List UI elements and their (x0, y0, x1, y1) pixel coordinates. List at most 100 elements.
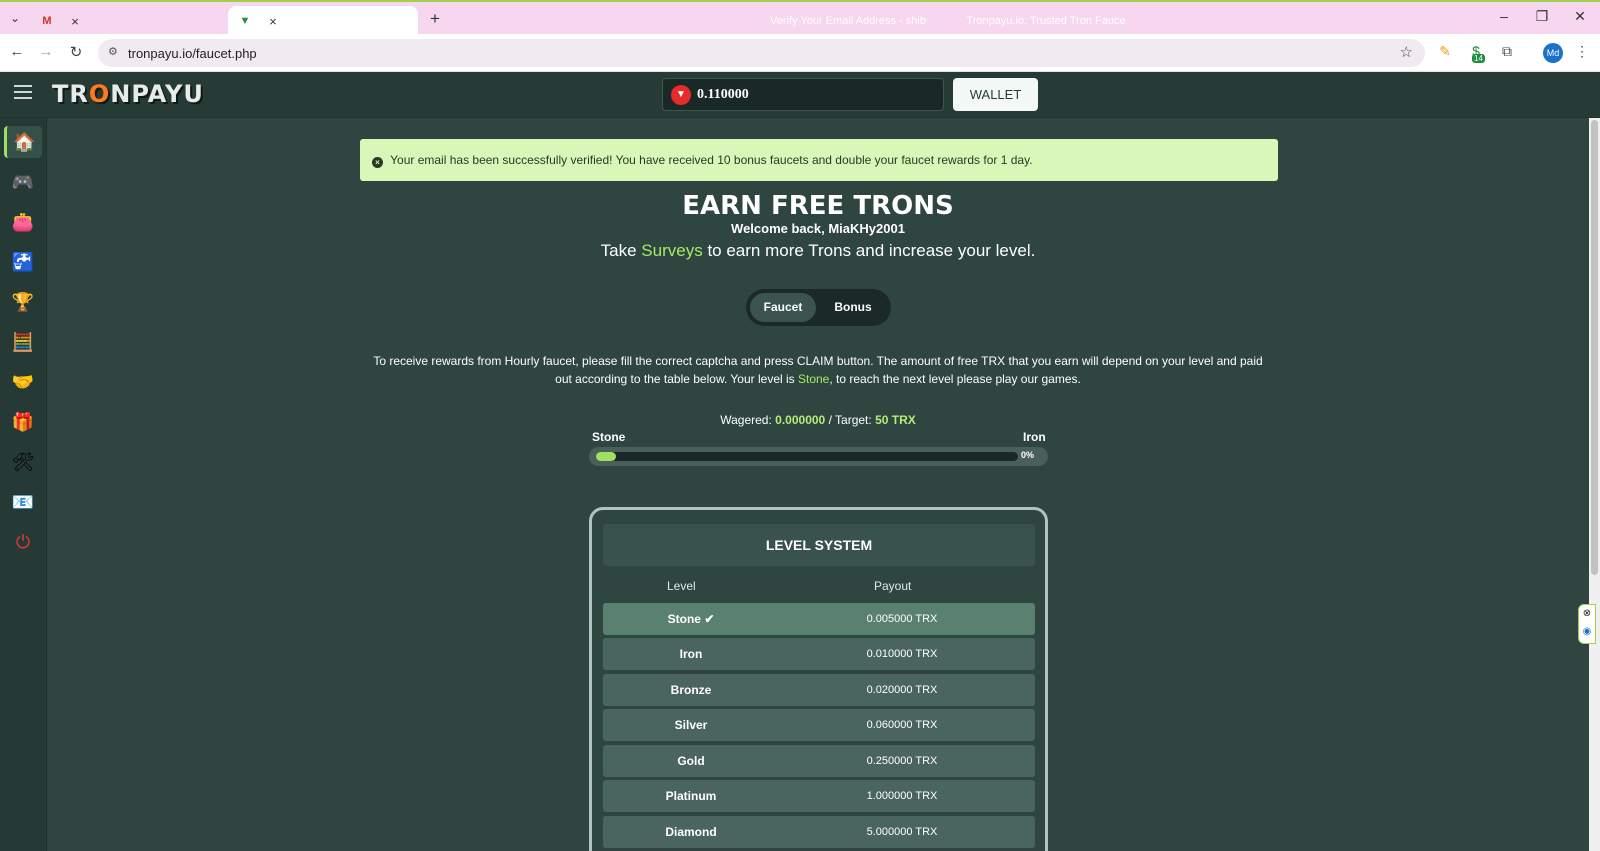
sidebar-item-calculator[interactable]: 🧮 (4, 326, 42, 358)
table-row: Silver 0.060000 TRX (603, 709, 1035, 741)
table-row: Platinum 1.000000 TRX (603, 780, 1035, 812)
faucet-description: To receive rewards from Hourly faucet, p… (370, 352, 1266, 388)
surveys-link[interactable]: Surveys (641, 241, 702, 260)
close-circle-icon[interactable]: × (372, 157, 383, 168)
bookmark-star-icon[interactable]: ☆ (1400, 43, 1413, 61)
tools-icon: 🛠 (11, 452, 35, 472)
wager-status: Wagered: 0.000000 / Target: 50 TRX (0, 413, 1600, 427)
target-label: / Target: (828, 413, 872, 427)
payout-cell: 0.010000 TRX (866, 648, 938, 660)
level-system-card: LEVEL SYSTEM Level Payout Stone ✔ 0.0050… (589, 507, 1048, 851)
level-cell: Diamond (665, 825, 717, 839)
table-row: Diamond 5.000000 TRX (603, 816, 1035, 848)
sidebar-item-home[interactable]: 🏠 (4, 126, 42, 158)
widget-icon[interactable]: ◉ (1579, 623, 1595, 641)
browser-tab-bar: ⌄ M Verify Your Email Address - shib × ▼… (0, 0, 1600, 36)
progress-percent: 0% (1021, 450, 1035, 460)
site-info-icon[interactable]: ⚙ (108, 45, 118, 58)
surveys-line: Take Surveys to earn more Trons and incr… (0, 241, 1600, 261)
gamepad-icon: 🎮 (11, 172, 35, 192)
description-text-end: , to reach the next level please play ou… (829, 372, 1081, 386)
level-cell: Iron (679, 647, 703, 661)
avatar[interactable]: Md (1543, 43, 1563, 63)
tab-faucet[interactable]: Faucet (750, 293, 816, 322)
back-icon[interactable]: ← (7, 43, 27, 60)
table-row: Bronze 0.020000 TRX (603, 674, 1035, 706)
tron-coin-icon: ▼ (671, 85, 691, 105)
level-system-title: LEVEL SYSTEM (603, 524, 1035, 566)
payout-cell: 1.000000 TRX (866, 790, 938, 802)
wagered-label: Wagered: (720, 413, 772, 427)
url-text: tronpayu.io/faucet.php (128, 46, 257, 61)
table-row: Stone ✔ 0.005000 TRX (603, 603, 1035, 635)
success-alert: × Your email has been successfully verif… (360, 139, 1278, 181)
level-name: Stone (667, 612, 701, 626)
sidebar-item-logout[interactable]: ⏻ (4, 526, 42, 558)
page-title: EARN FREE TRONS (682, 191, 954, 221)
level-progress-bar: 0% (589, 447, 1048, 466)
sidebar-item-affiliate[interactable]: 🤝 (4, 366, 42, 398)
surveys-prefix: Take (600, 241, 637, 260)
site-header: TRONPAYU ▼ 0.110000 WALLET (0, 72, 1600, 118)
payout-cell: 0.250000 TRX (866, 755, 938, 767)
level-cell: Silver (674, 718, 708, 732)
extension-icon[interactable]: ✎ (1435, 43, 1455, 60)
level-cell: Gold (677, 754, 705, 768)
restore-button[interactable]: ❐ (1532, 8, 1552, 25)
welcome-text: Welcome back, MiaKHy2001 (731, 221, 905, 236)
progress-track (596, 452, 1018, 461)
level-cell: Stone ✔ (603, 612, 779, 626)
wagered-value: 0.000000 (775, 413, 826, 427)
level-cell: Platinum (665, 789, 717, 803)
payout-cell: 0.020000 TRX (866, 684, 938, 696)
forward-icon[interactable]: → (36, 43, 56, 60)
current-level-link[interactable]: Stone (798, 372, 829, 386)
tab-search-icon[interactable]: ⌄ (6, 9, 24, 27)
table-row: Iron 0.010000 TRX (603, 638, 1035, 670)
payout-cell: 0.060000 TRX (866, 719, 938, 731)
home-icon: 🏠 (13, 132, 36, 152)
extension-badge: 14 (1472, 54, 1485, 63)
extensions-puzzle-icon[interactable]: ⧉ (1497, 43, 1517, 60)
payout-cell: 0.005000 TRX (866, 613, 938, 625)
calculator-icon: 🧮 (11, 332, 35, 352)
target-value: 50 TRX (875, 413, 916, 427)
close-icon[interactable]: ⊗ (1579, 605, 1595, 623)
trophy-icon: 🏆 (11, 292, 35, 312)
sidebar-item-mail[interactable]: 📧 (4, 486, 42, 518)
faucet-bonus-toggle: Faucet Bonus (746, 289, 891, 326)
power-icon: ⏻ (15, 532, 31, 552)
balance-display: ▼ 0.110000 (662, 78, 944, 111)
balance-value: 0.110000 (697, 87, 749, 102)
address-bar: ← → ↻ ⚙ tronpayu.io/faucet.php ☆ ✎ $ 14 … (0, 34, 1600, 72)
column-header-level: Level (667, 579, 696, 593)
url-field[interactable]: ⚙ tronpayu.io/faucet.php ☆ (98, 39, 1425, 67)
tab-tronpayu[interactable]: ▼ Tronpayu.io: Trusted Tron Fauce × (228, 6, 1126, 36)
surveys-suffix: to earn more Trons and increase your lev… (707, 241, 1036, 260)
reload-icon[interactable]: ↻ (66, 43, 86, 61)
column-header-payout: Payout (874, 579, 912, 593)
mail-icon: 📧 (11, 492, 35, 512)
floating-widget[interactable]: ⊗ ◉ (1578, 604, 1596, 644)
new-tab-button[interactable]: + (430, 9, 440, 29)
logo[interactable]: TRONPAYU (52, 80, 204, 108)
tab-gmail[interactable]: M Verify Your Email Address - shib × (30, 6, 926, 36)
tab-bonus[interactable]: Bonus (820, 293, 886, 322)
sidebar-item-tools[interactable]: 🛠 (4, 446, 42, 478)
browser-menu-icon[interactable]: ⋮ (1572, 43, 1592, 60)
check-icon: ✔ (704, 612, 715, 626)
progress-to-level: Iron (1023, 430, 1046, 444)
progress-fill (596, 452, 616, 461)
sidebar-item-leaderboard[interactable]: 🏆 (4, 286, 42, 318)
progress-from-level: Stone (592, 430, 626, 444)
handshake-icon: 🤝 (11, 372, 35, 392)
level-cell: Bronze (670, 683, 712, 697)
wallet-button[interactable]: WALLET (953, 78, 1038, 111)
close-window-button[interactable]: ✕ (1570, 8, 1590, 25)
table-row: Gold 0.250000 TRX (603, 745, 1035, 777)
minimize-button[interactable]: – (1494, 8, 1514, 24)
alert-text: Your email has been successfully verifie… (390, 153, 1033, 167)
menu-hamburger-icon[interactable] (14, 85, 32, 99)
payout-cell: 5.000000 TRX (866, 826, 938, 838)
scrollbar-thumb[interactable] (1591, 120, 1598, 575)
